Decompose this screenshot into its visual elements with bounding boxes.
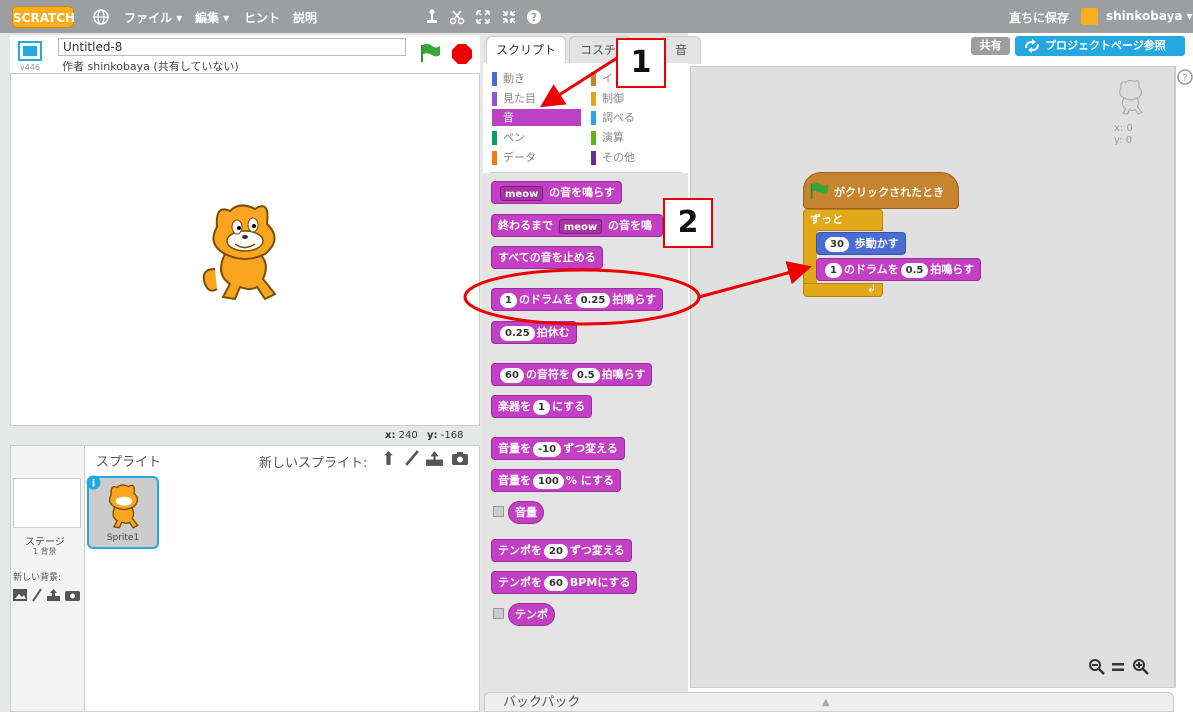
backpack-expand-icon[interactable]: ▲: [822, 693, 830, 713]
annotation-overlay: [463, 56, 812, 326]
callout-2: 2: [663, 198, 713, 248]
callout-1-arrow: [539, 56, 618, 108]
highlight-ellipse: [463, 268, 701, 326]
backpack-label: バックパック: [503, 695, 581, 710]
backpack-panel[interactable]: バックパック ▲: [484, 692, 1174, 712]
callout-2-arrow: [698, 261, 812, 299]
callout-1: 1: [616, 38, 666, 88]
